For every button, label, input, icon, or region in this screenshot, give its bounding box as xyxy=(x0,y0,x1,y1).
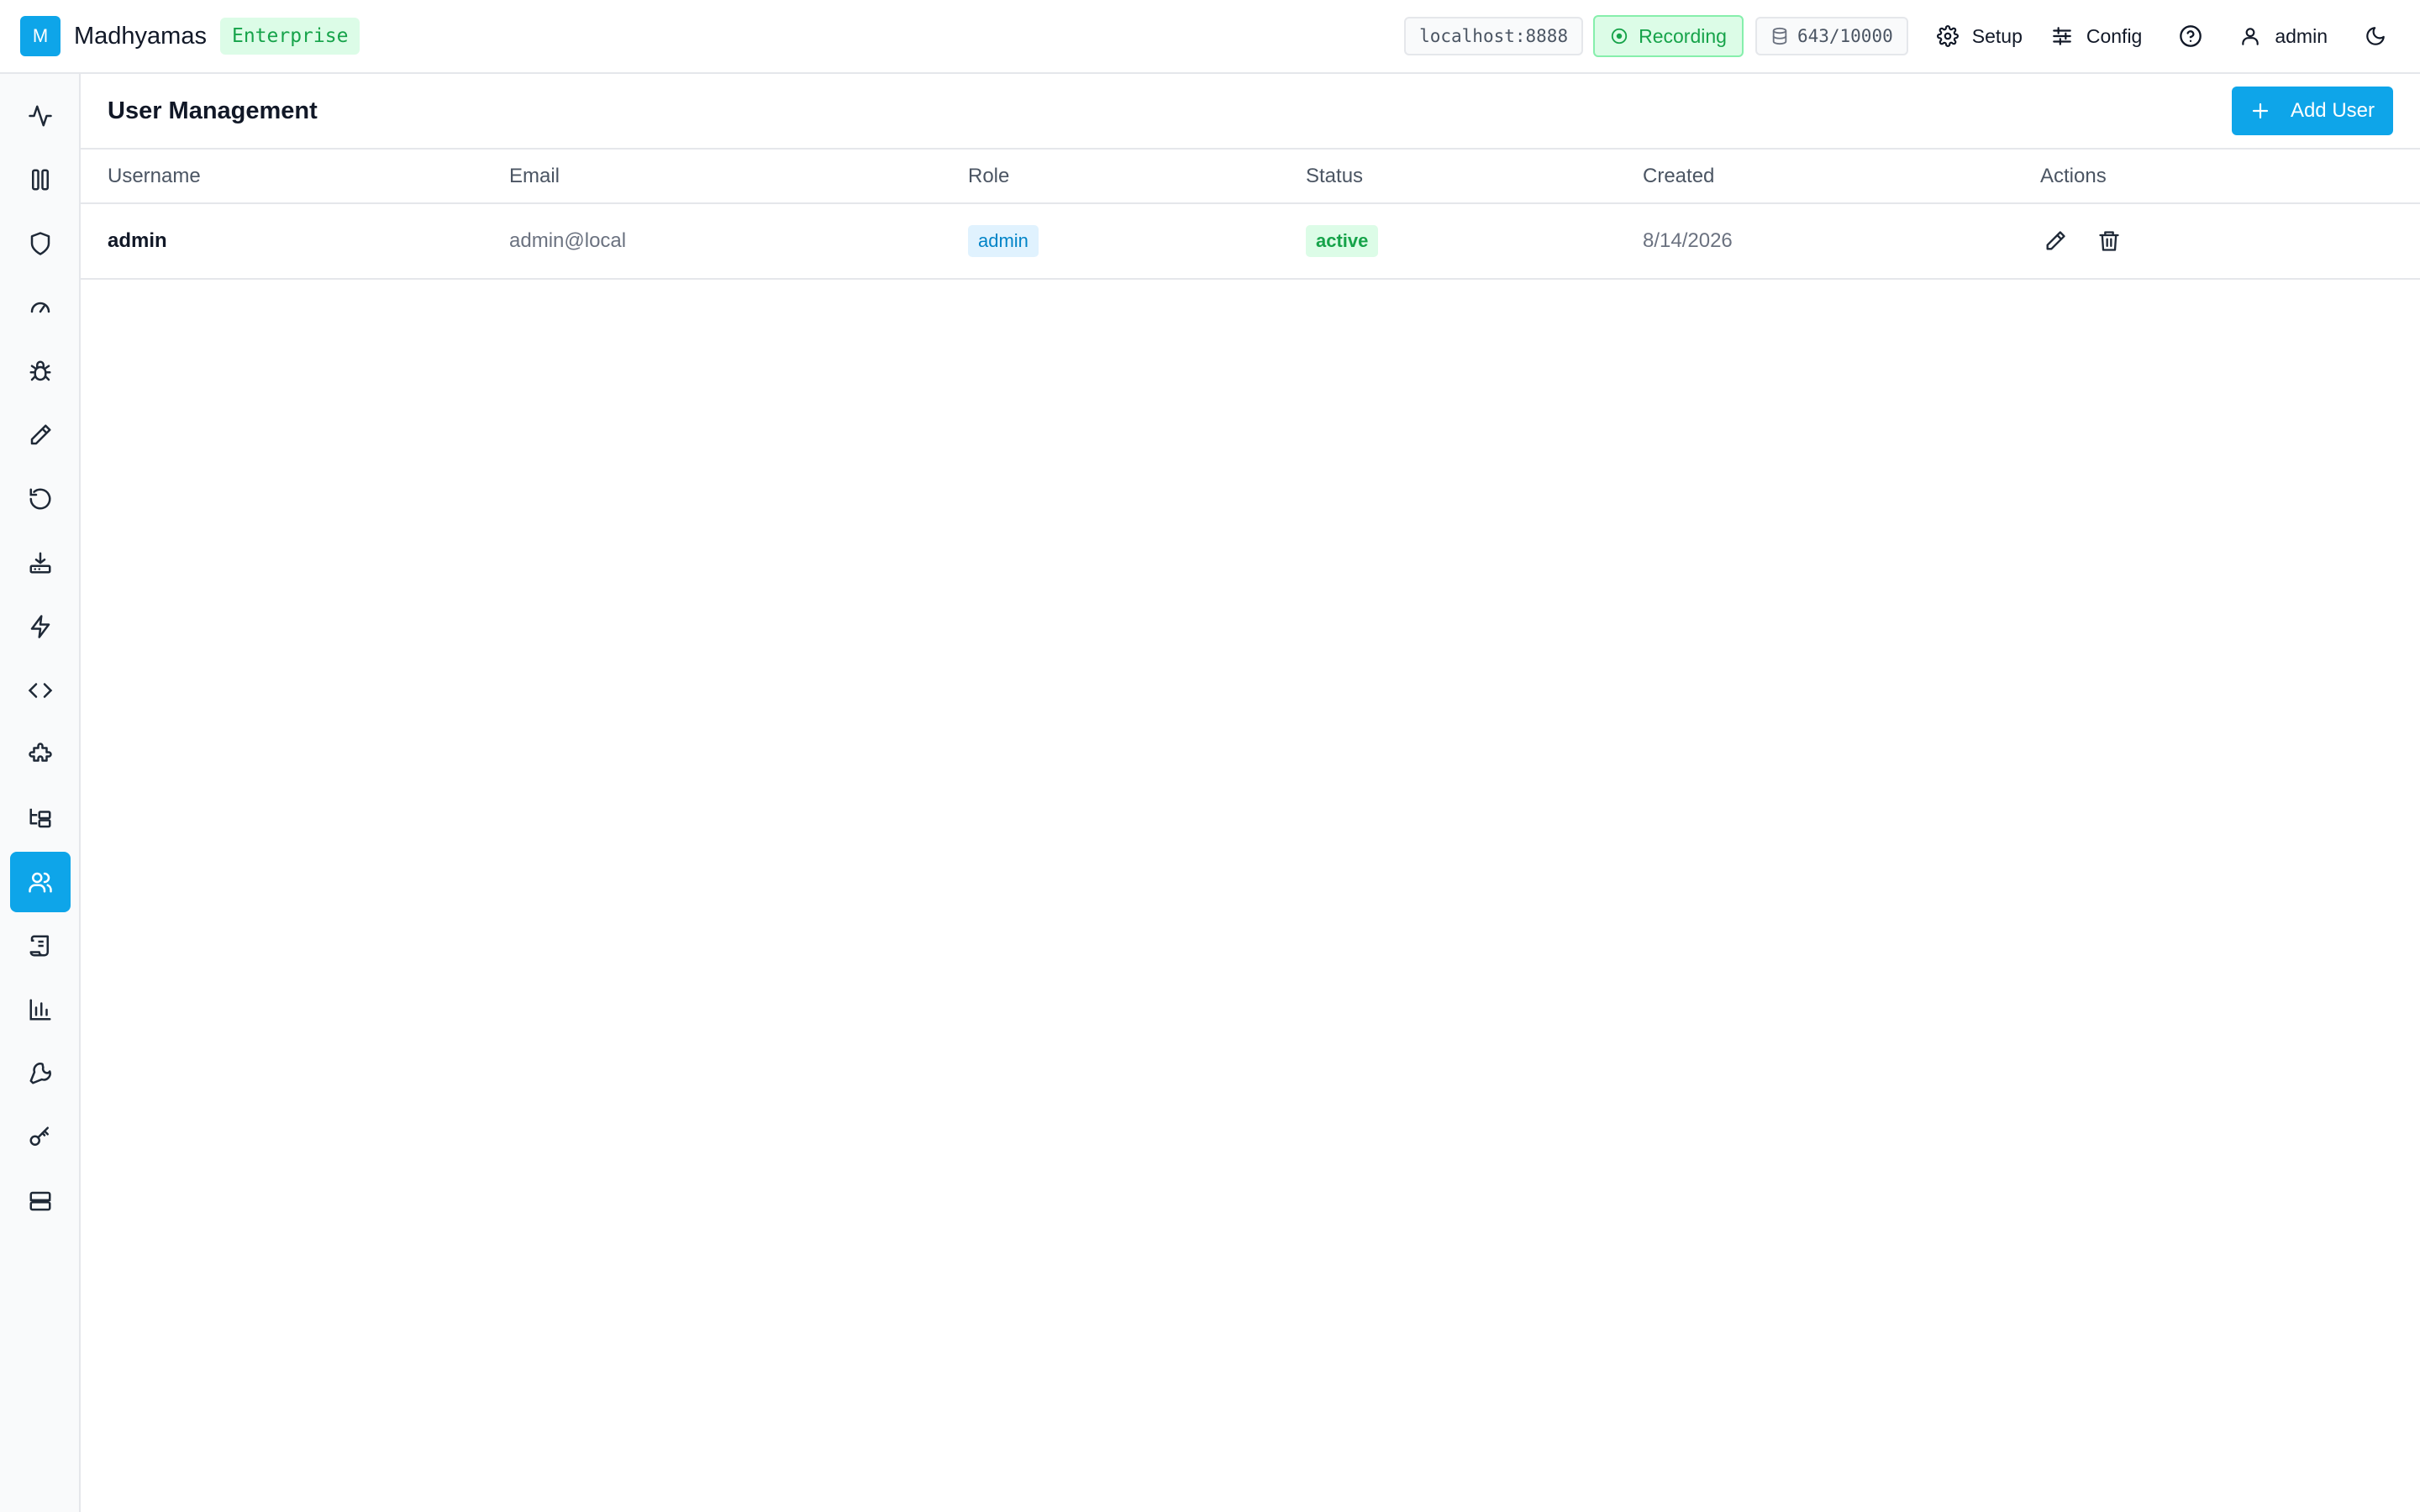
main-content: User Management Add User Username Email … xyxy=(81,74,2420,1512)
zap-icon xyxy=(28,614,53,639)
sidebar-item-bar-chart[interactable] xyxy=(10,979,71,1040)
setup-label: Setup xyxy=(1971,24,2023,47)
column-header-actions: Actions xyxy=(2040,150,2420,204)
header-actions: localhost:8888 Recording 643/10000 Setup… xyxy=(1404,15,2400,57)
recording-dot-icon xyxy=(1610,27,1628,45)
column-header-email: Email xyxy=(509,150,968,204)
users-table: Username Email Role Status Created Actio… xyxy=(81,150,2420,280)
column-header-role: Role xyxy=(968,150,1306,204)
cell-created: 8/14/2026 xyxy=(1643,229,1733,252)
app-logo[interactable]: M xyxy=(20,16,60,56)
cell-email: admin@local xyxy=(509,229,627,252)
page-header: User Management Add User xyxy=(81,74,2420,150)
pencil-icon xyxy=(28,423,53,448)
page-title: User Management xyxy=(108,97,318,124)
config-button[interactable]: Config xyxy=(2051,25,2142,48)
code-icon xyxy=(28,678,53,703)
help-button[interactable] xyxy=(2179,24,2202,48)
sidebar-item-scroll[interactable] xyxy=(10,916,71,976)
sliders-icon xyxy=(2051,25,2073,47)
delete-user-button[interactable] xyxy=(2094,226,2124,256)
sidebar-item-puzzle[interactable] xyxy=(10,724,71,785)
help-circle-icon xyxy=(2179,24,2202,48)
storage-count-chip: 643/10000 xyxy=(1754,17,1908,55)
server-icon xyxy=(28,1189,53,1214)
sidebar-item-gauge[interactable] xyxy=(10,277,71,338)
sidebar-item-zap[interactable] xyxy=(10,596,71,657)
add-user-button[interactable]: Add User xyxy=(2231,87,2393,135)
trash-icon xyxy=(2097,229,2121,253)
scroll-icon xyxy=(28,933,53,958)
sidebar-item-code[interactable] xyxy=(10,660,71,721)
sidebar-item-wrench[interactable] xyxy=(10,1043,71,1104)
sidebar xyxy=(0,74,81,1512)
role-badge: admin xyxy=(968,225,1039,257)
status-badge: active xyxy=(1306,225,1379,257)
user-label: admin xyxy=(2275,24,2328,47)
storage-count: 643/10000 xyxy=(1797,26,1893,46)
plus-icon xyxy=(2250,101,2270,121)
theme-toggle-button[interactable] xyxy=(2365,25,2386,47)
bar-chart-icon xyxy=(28,997,53,1022)
top-bar: M Madhyamas Enterprise localhost:8888 Re… xyxy=(0,0,2420,74)
user-icon xyxy=(2239,25,2261,47)
gear-icon xyxy=(1936,25,1959,47)
column-header-created: Created xyxy=(1643,150,2040,204)
database-icon xyxy=(1770,27,1789,45)
edit-user-button[interactable] xyxy=(2040,226,2070,256)
key-icon xyxy=(28,1125,53,1150)
users-icon xyxy=(28,869,53,895)
folder-tree-icon xyxy=(28,806,53,831)
logo-letter: M xyxy=(32,25,49,46)
sidebar-item-server[interactable] xyxy=(10,1171,71,1231)
bug-icon xyxy=(28,359,53,384)
user-menu-button[interactable]: admin xyxy=(2239,25,2328,48)
moon-icon xyxy=(2365,25,2386,47)
download-icon xyxy=(28,550,53,575)
shield-icon xyxy=(28,231,53,256)
gauge-icon xyxy=(28,295,53,320)
sidebar-item-download[interactable] xyxy=(10,533,71,593)
sidebar-item-columns[interactable] xyxy=(10,150,71,210)
table-header-row: Username Email Role Status Created Actio… xyxy=(81,150,2420,204)
sidebar-item-folder-tree[interactable] xyxy=(10,788,71,848)
recording-status-button[interactable]: Recording xyxy=(1593,15,1744,57)
cell-username: admin xyxy=(108,229,167,252)
edition-badge: Enterprise xyxy=(219,18,360,55)
sidebar-item-activity[interactable] xyxy=(10,86,71,146)
app-name: Madhyamas xyxy=(74,22,207,50)
setup-button[interactable]: Setup xyxy=(1936,24,2023,48)
table-row: admin admin@local admin active 8/14/2026 xyxy=(81,203,2420,280)
config-label: Config xyxy=(2086,24,2143,47)
recording-label: Recording xyxy=(1639,24,1727,47)
sidebar-item-users[interactable] xyxy=(10,852,71,912)
puzzle-icon xyxy=(28,742,53,767)
sidebar-item-pencil[interactable] xyxy=(10,405,71,465)
row-actions xyxy=(2040,226,2420,256)
activity-icon xyxy=(28,103,53,129)
column-header-status: Status xyxy=(1306,150,1643,204)
pencil-icon xyxy=(2044,229,2067,253)
sidebar-item-key[interactable] xyxy=(10,1107,71,1168)
add-user-label: Add User xyxy=(2290,99,2375,122)
replay-icon xyxy=(28,486,53,512)
sidebar-item-bug[interactable] xyxy=(10,341,71,402)
columns-icon xyxy=(28,167,53,192)
sidebar-item-replay[interactable] xyxy=(10,469,71,529)
sidebar-item-shield[interactable] xyxy=(10,213,71,274)
host-chip: localhost:8888 xyxy=(1404,17,1584,55)
column-header-username: Username xyxy=(81,150,509,204)
wrench-icon xyxy=(28,1061,53,1086)
